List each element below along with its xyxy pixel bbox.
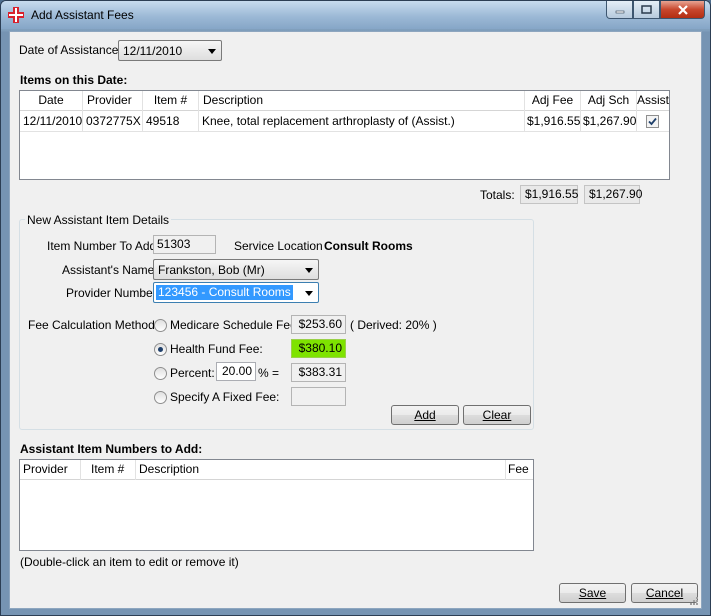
column-header-provider[interactable]: Provider (20, 460, 81, 480)
total-adj-sch: $1,267.90 (584, 185, 642, 204)
title-bar[interactable]: Add Assistant Fees (1, 1, 710, 29)
row-date: 12/11/2010 (20, 111, 83, 132)
items-to-add-title: Assistant Item Numbers to Add: (20, 442, 203, 456)
items-grid-header: Date Provider Item # Description Adj Fee… (20, 91, 669, 111)
maximize-button[interactable] (633, 1, 660, 19)
date-of-assistance-value: 12/11/2010 (123, 44, 183, 58)
percent-label[interactable]: Percent: (170, 366, 215, 380)
date-of-assistance-label: Date of Assistance (19, 43, 119, 57)
close-icon (677, 4, 688, 15)
row-provider: 0372775X (83, 111, 143, 132)
date-of-assistance-dropdown[interactable]: 12/11/2010 (118, 40, 222, 61)
provider-number-label: Provider Number (66, 286, 157, 300)
column-header-item[interactable]: Item # (143, 91, 199, 111)
derived-note: ( Derived: 20% ) (350, 318, 437, 332)
row-assisted-cell (637, 111, 669, 132)
window-title: Add Assistant Fees (31, 8, 134, 22)
medicare-schedule-fee-label[interactable]: Medicare Schedule Fee: (170, 318, 300, 332)
medicare-schedule-fee-value: $253.60 (291, 315, 346, 334)
new-assistant-item-details-title: New Assistant Item Details (25, 213, 172, 227)
column-header-adj-sch[interactable]: Adj Sch (581, 91, 637, 111)
health-fund-fee-label[interactable]: Health Fund Fee: (170, 342, 263, 356)
percent-suffix: % = (258, 366, 280, 380)
item-number-label: Item Number To Add (47, 239, 157, 253)
column-header-fee[interactable]: Fee (506, 460, 533, 480)
fee-calculation-method-label: Fee Calculation Method: (28, 318, 159, 332)
row-adj-sch: $1,267.90 (581, 111, 637, 132)
service-location-value: Consult Rooms (324, 239, 413, 253)
column-header-date[interactable]: Date (20, 91, 83, 111)
maximize-icon (641, 5, 652, 14)
assisted-checkbox[interactable] (646, 115, 659, 128)
column-header-description[interactable]: Description (136, 460, 506, 480)
total-adj-fee: $1,916.55 (520, 185, 578, 204)
clear-button-label: Clear (482, 408, 512, 422)
caption-buttons (606, 1, 705, 21)
fixed-fee-field[interactable] (291, 387, 346, 406)
column-header-item[interactable]: Item # (81, 460, 136, 480)
save-button-label: Save (578, 586, 607, 600)
provider-number-dropdown[interactable]: 123456 - Consult Rooms (153, 282, 319, 303)
close-button[interactable] (660, 1, 705, 19)
totals-label: Totals: (480, 188, 515, 202)
items-on-date-title: Items on this Date: (20, 73, 128, 87)
save-button[interactable]: Save (559, 583, 626, 603)
health-fund-fee-value: $380.10 (291, 339, 346, 358)
fixed-fee-label[interactable]: Specify A Fixed Fee: (170, 390, 279, 404)
percent-radio[interactable] (154, 367, 167, 380)
dialog-body: Date of Assistance 12/11/2010 Items on t… (9, 31, 702, 609)
resize-grip-icon[interactable] (689, 596, 699, 606)
chevron-down-icon (305, 268, 313, 273)
percent-fee-value: $383.31 (291, 363, 346, 382)
medicare-schedule-fee-radio[interactable] (154, 319, 167, 332)
items-to-add-grid[interactable]: Provider Item # Description Fee (19, 459, 534, 551)
add-assistant-fees-window: Add Assistant Fees Date of Assistance 12… (0, 0, 711, 616)
checkmark-icon (648, 117, 657, 126)
table-row[interactable]: 12/11/2010 0372775X 49518 Knee, total re… (20, 111, 669, 132)
minimize-icon (615, 10, 624, 13)
assistant-name-value: Frankston, Bob (Mr) (158, 263, 265, 277)
assistant-name-label: Assistant's Name (62, 263, 155, 277)
edit-remove-hint: (Double-click an item to edit or remove … (20, 555, 239, 569)
minimize-button[interactable] (606, 1, 633, 19)
service-location-label: Service Location (234, 239, 323, 253)
add-button-label: Add (414, 408, 436, 422)
items-to-add-grid-header: Provider Item # Description Fee (20, 460, 533, 480)
chevron-down-icon (305, 291, 313, 296)
row-item-number: 49518 (143, 111, 199, 132)
column-header-adj-fee[interactable]: Adj Fee (525, 91, 581, 111)
column-header-description[interactable]: Description (199, 91, 525, 111)
fixed-fee-radio[interactable] (154, 391, 167, 404)
column-header-assisted[interactable]: Assisted (637, 91, 669, 111)
clear-button[interactable]: Clear (463, 405, 531, 425)
health-fund-fee-radio[interactable] (154, 343, 167, 356)
row-adj-fee: $1,916.55 (525, 111, 581, 132)
column-header-provider[interactable]: Provider (83, 91, 143, 111)
provider-number-value: 123456 - Consult Rooms (156, 285, 293, 300)
percent-input[interactable]: 20.00 (216, 362, 256, 381)
chevron-down-icon (208, 49, 216, 54)
items-on-date-grid[interactable]: Date Provider Item # Description Adj Fee… (19, 90, 670, 180)
assistant-name-dropdown[interactable]: Frankston, Bob (Mr) (153, 259, 319, 280)
cancel-button[interactable]: Cancel (631, 583, 698, 603)
row-description: Knee, total replacement arthroplasty of … (199, 111, 525, 132)
item-number-field[interactable]: 51303 (153, 235, 216, 254)
cancel-button-label: Cancel (645, 586, 684, 600)
add-button[interactable]: Add (391, 405, 459, 425)
app-cross-icon (8, 7, 24, 23)
